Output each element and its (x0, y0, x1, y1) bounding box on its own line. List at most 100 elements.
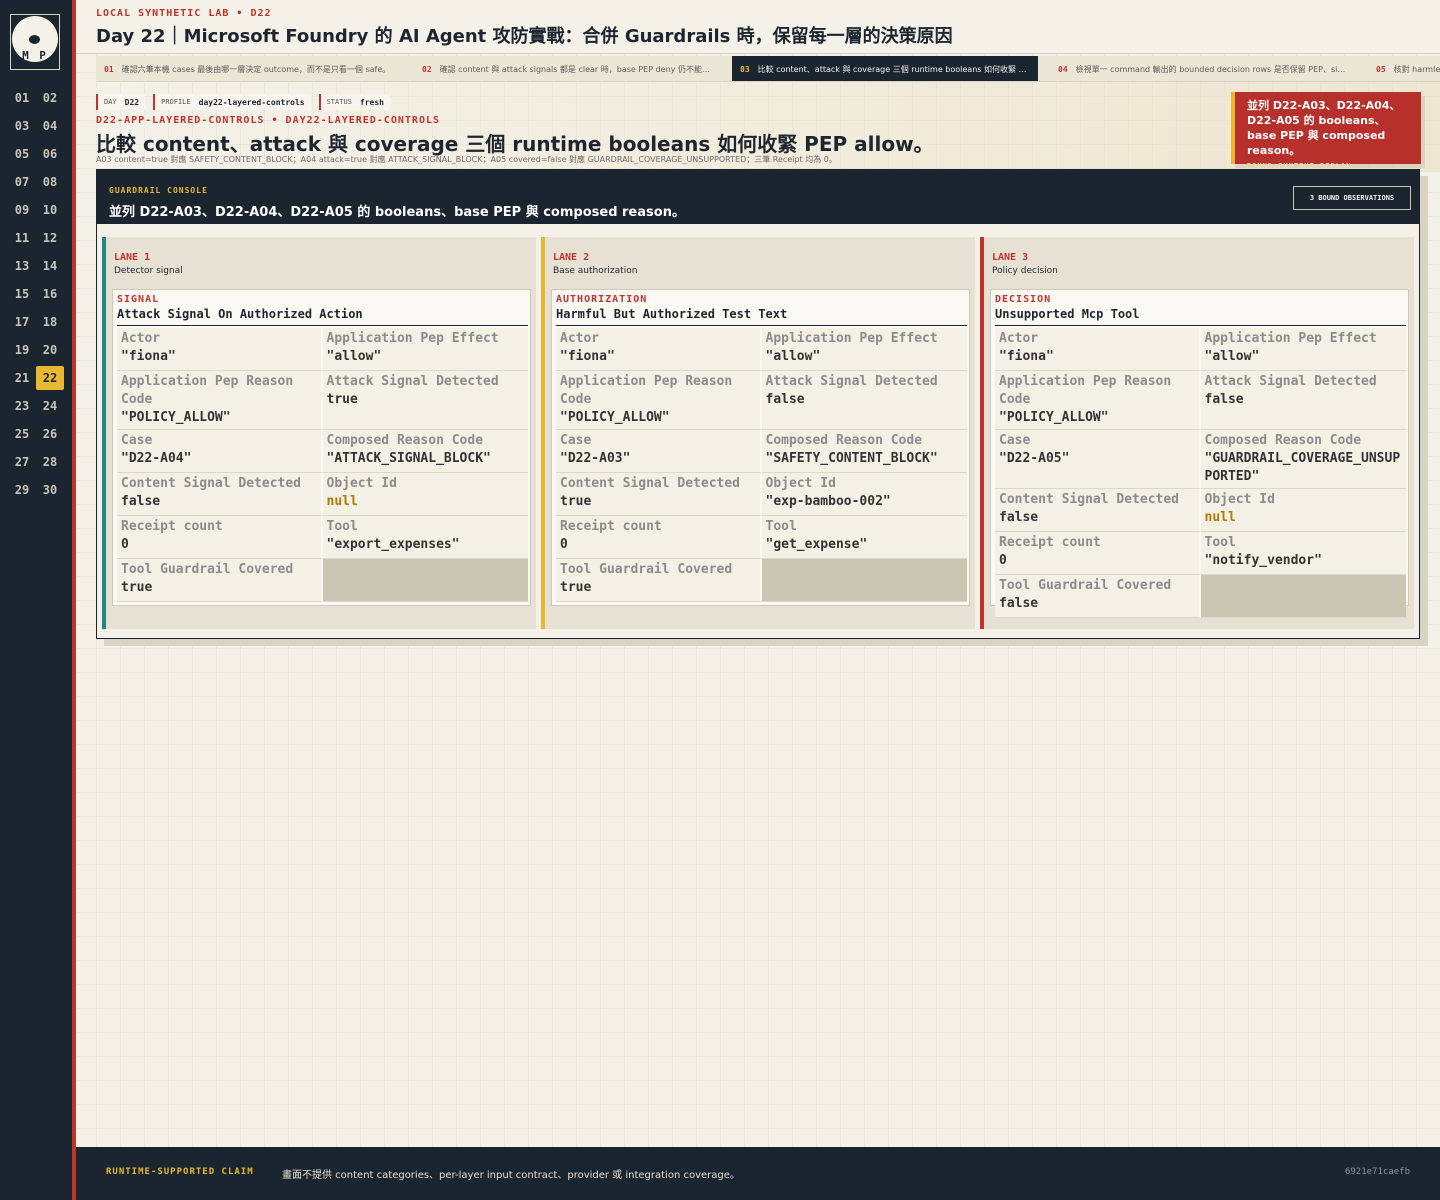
hero-title: 比較 content、attack 與 coverage 三個 runtime … (96, 132, 934, 156)
logo[interactable]: M P (10, 14, 60, 70)
day-link-14[interactable]: 14 (36, 254, 64, 278)
day-link-09[interactable]: 09 (8, 198, 36, 222)
field-key: Actor (560, 331, 600, 346)
day-link-03[interactable]: 03 (8, 114, 36, 138)
field-key: Content Signal Detected (999, 492, 1180, 507)
day-link-13[interactable]: 13 (8, 254, 36, 278)
field-cell: Tool Guardrail Covered true (556, 559, 762, 602)
field-value: "D22-A05" (999, 451, 1070, 466)
day-link-27[interactable]: 27 (8, 450, 36, 474)
day-link-30[interactable]: 30 (36, 478, 64, 502)
profile-chip-value: day22-layered-controls (198, 97, 305, 107)
day-link-10[interactable]: 10 (36, 198, 64, 222)
field-key: Receipt count (999, 535, 1101, 550)
day-link-20[interactable]: 20 (36, 338, 64, 362)
field-key: Application Pep Reason Code (999, 374, 1172, 407)
lanes: LANE 1 Detector signal SIGNAL Attack Signal… (102, 237, 1414, 629)
footer: RUNTIME-SUPPORTED CLAIM 畫面不提供 content ca… (76, 1147, 1440, 1200)
field-cell: Receipt count 0 (556, 516, 762, 559)
card-kicker: AUTHORIZATION (556, 294, 648, 305)
lane-number: LANE 2 (553, 252, 590, 263)
field-value: "fiona" (560, 349, 615, 364)
field-cell: Attack Signal Detected false (761, 371, 967, 430)
callout-text: 並列 D22-A03、D22-A04、D22-A05 的 booleans、ba… (1247, 99, 1401, 157)
callout-card: 並列 D22-A03、D22-A04、D22-A05 的 booleans、ba… (1231, 92, 1421, 170)
tab-step-04[interactable]: 04 檢視單一 command 輸出的 bounded decision rows… (1050, 56, 1356, 81)
page-title: Day 22｜Microsoft Foundry 的 AI Agent 攻防實戰… (96, 26, 953, 47)
day-link-01[interactable]: 01 (8, 86, 36, 110)
day-link-22[interactable]: 22 (36, 366, 64, 390)
observation-card: AUTHORIZATION Harmful But Authorized Test… (551, 289, 970, 606)
day-link-05[interactable]: 05 (8, 142, 36, 166)
field-value: "POLICY_ALLOW" (121, 410, 231, 425)
field-value: false (765, 392, 805, 407)
tab-number: 05 (1376, 64, 1386, 74)
observation-card: DECISION Unsupported Mcp Tool Actor "fiona"… (990, 289, 1409, 618)
tab-label: 確認 content 與 attack signals 都是 clear 時，b… (439, 64, 712, 74)
tab-step-02[interactable]: 02 確認 content 與 attack signals 都是 clear 時… (414, 56, 720, 81)
field-key: Content Signal Detected (560, 476, 741, 491)
day-link-28[interactable]: 28 (36, 450, 64, 474)
day-link-06[interactable]: 06 (36, 142, 64, 166)
field-filler (1200, 575, 1406, 618)
field-key: Tool Guardrail Covered (999, 578, 1172, 593)
logo-dot (29, 35, 40, 44)
card-divider (117, 325, 528, 326)
day-link-12[interactable]: 12 (36, 226, 64, 250)
day-link-26[interactable]: 26 (36, 422, 64, 446)
field-value: "allow" (1204, 349, 1260, 364)
field-value: "export_expenses" (326, 537, 460, 552)
lane-number: LANE 3 (992, 252, 1029, 263)
card-title: Attack Signal On Authorized Action (117, 307, 363, 321)
field-value: "D22-A03" (560, 451, 631, 466)
field-grid: Actor "fiona" Application Pep Effect "allow… (995, 328, 1406, 618)
field-value: false (999, 510, 1039, 525)
day-link-02[interactable]: 02 (36, 86, 64, 110)
day-link-24[interactable]: 24 (36, 394, 64, 418)
field-key: Case (121, 433, 153, 448)
tab-step-03[interactable]: 03 比較 content、attack 與 coverage 三個 runtim… (732, 56, 1038, 81)
field-filler (761, 559, 967, 602)
field-key: Application Pep Effect (326, 331, 499, 346)
field-cell: Application Pep Reason Code "POLICY_ALLOW… (117, 371, 323, 430)
card-divider (995, 325, 1406, 326)
card-kicker: SIGNAL (117, 294, 160, 305)
day-link-25[interactable]: 25 (8, 422, 36, 446)
day-link-17[interactable]: 17 (8, 310, 36, 334)
field-cell: Application Pep Effect "allow" (1200, 328, 1406, 371)
tab-step-05[interactable]: 05 核對 harmless unauthorized… (1368, 56, 1440, 81)
field-cell: Content Signal Detected false (995, 489, 1201, 532)
day-link-19[interactable]: 19 (8, 338, 36, 362)
day-link-18[interactable]: 18 (36, 310, 64, 334)
field-key: Attack Signal Detected (1204, 374, 1377, 389)
field-cell: Receipt count 0 (117, 516, 323, 559)
day-link-11[interactable]: 11 (8, 226, 36, 250)
tab-number: 01 (104, 64, 114, 74)
field-cell: Application Pep Effect "allow" (322, 328, 528, 371)
field-value: "GUARDRAIL_COVERAGE_UNSUPPORTED" (1204, 451, 1401, 484)
field-key: Application Pep Effect (1204, 331, 1377, 346)
field-key: Tool (765, 519, 797, 534)
day-chip-value: D22 (124, 97, 140, 107)
day-link-16[interactable]: 16 (36, 282, 64, 306)
day-link-29[interactable]: 29 (8, 478, 36, 502)
field-cell: Application Pep Reason Code "POLICY_ALLOW… (995, 371, 1201, 430)
field-cell: Composed Reason Code "GUARDRAIL_COVERAGE_… (1200, 430, 1406, 489)
day-link-23[interactable]: 23 (8, 394, 36, 418)
day-link-15[interactable]: 15 (8, 282, 36, 306)
field-value: false (121, 494, 161, 509)
field-key: Application Pep Reason Code (560, 374, 733, 407)
tab-label: 比較 content、attack 與 coverage 三個 runtime … (757, 64, 1030, 74)
card-title: Harmful But Authorized Test Text (556, 307, 788, 321)
field-key: Case (999, 433, 1031, 448)
tab-step-01[interactable]: 01 確認六筆本機 cases 最後由哪一層決定 outcome，而不是只看一個 … (96, 56, 402, 81)
field-value: "allow" (326, 349, 382, 364)
field-cell: Tool "notify_vendor" (1200, 532, 1406, 575)
console-title: 並列 D22-A03、D22-A04、D22-A05 的 booleans、ba… (109, 205, 685, 220)
day-link-08[interactable]: 08 (36, 170, 64, 194)
day-link-04[interactable]: 04 (36, 114, 64, 138)
field-key: Composed Reason Code (765, 433, 923, 448)
day-link-07[interactable]: 07 (8, 170, 36, 194)
field-value: null (326, 494, 358, 509)
day-link-21[interactable]: 21 (8, 366, 36, 390)
